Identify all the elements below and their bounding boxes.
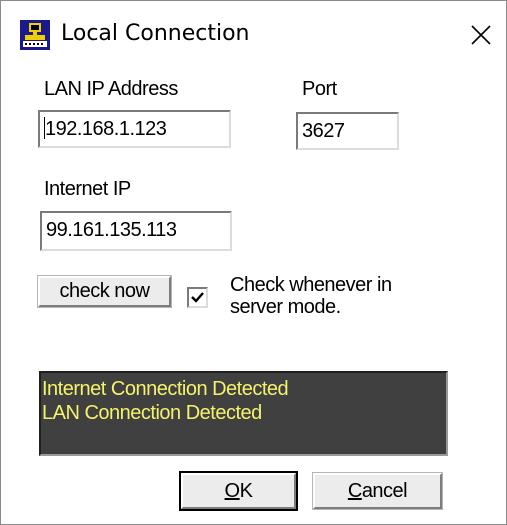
server-mode-checkbox[interactable] — [187, 287, 208, 308]
close-icon — [471, 25, 491, 45]
ok-button[interactable]: OK — [179, 471, 298, 511]
internet-ip-label: Internet IP — [44, 178, 131, 200]
port-value: 3627 — [302, 120, 345, 142]
cancel-button[interactable]: Cancel — [312, 472, 443, 510]
server-mode-label-line1: Check whenever in — [230, 274, 392, 296]
cancel-label-rest: ancel — [361, 480, 408, 502]
checkmark-icon — [191, 292, 204, 303]
local-connection-dialog: Local Connection LAN IP Address Port 192… — [0, 0, 507, 525]
port-input[interactable]: 3627 — [296, 112, 399, 150]
status-line-lan: LAN Connection Detected — [42, 402, 262, 424]
status-panel: Internet Connection Detected LAN Connect… — [39, 371, 448, 456]
close-button[interactable] — [459, 15, 503, 55]
check-now-button[interactable]: check now — [37, 275, 172, 308]
ok-mnemonic: O — [224, 480, 241, 502]
lan-ip-value: 192.168.1.123 — [45, 118, 167, 140]
window-title: Local Connection — [61, 21, 250, 46]
network-computer-icon — [20, 20, 50, 50]
ok-label-rest: K — [239, 480, 253, 502]
server-mode-label-line2: server mode. — [230, 296, 341, 318]
port-label: Port — [302, 78, 337, 100]
lan-ip-label: LAN IP Address — [44, 78, 178, 100]
title-bar[interactable]: Local Connection — [1, 1, 506, 69]
internet-ip-input[interactable]: 99.161.135.113 — [40, 211, 232, 251]
cancel-mnemonic: C — [347, 480, 362, 502]
internet-ip-value: 99.161.135.113 — [46, 219, 177, 241]
status-line-internet: Internet Connection Detected — [42, 378, 289, 400]
lan-ip-input[interactable]: 192.168.1.123 — [38, 110, 231, 148]
